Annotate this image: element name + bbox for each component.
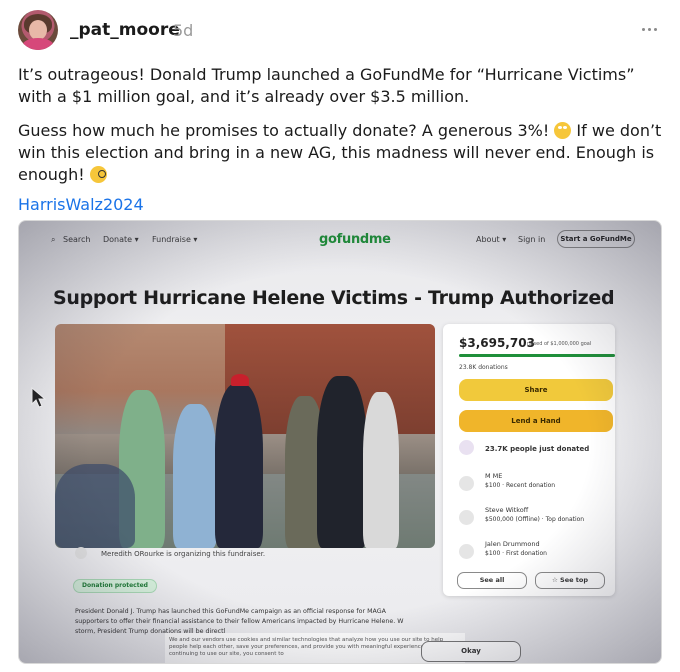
gofundme-logo: gofundme: [319, 232, 391, 247]
donor-item: Steve Witkoff $500,000 (Offline) · Top d…: [459, 506, 609, 534]
search-icon: ⌕: [51, 235, 56, 244]
donor-item: Jalen Drummond $100 · First donation: [459, 540, 609, 568]
nav-signin: Sign in: [518, 235, 546, 244]
more-icon[interactable]: [642, 28, 658, 32]
donor-icon: [459, 544, 474, 559]
donor-item: M ME $100 · Recent donation: [459, 472, 609, 500]
donor-icon: [459, 476, 474, 491]
post-age: 5d: [173, 21, 194, 40]
cookie-okay-button: Okay: [421, 641, 521, 662]
cookie-banner-text: We and our vendors use cookies and simil…: [165, 633, 465, 663]
post-image[interactable]: ⌕ Search Donate ▾ Fundraise ▾ gofundme A…: [18, 220, 662, 664]
lend-a-hand-button: Lend a Hand: [459, 410, 613, 432]
campaign-title: Support Hurricane Helene Victims - Trump…: [53, 287, 615, 309]
post-paragraph-1: It’s outrageous! Donald Trump launched a…: [18, 65, 635, 106]
organizer-icon: [75, 547, 87, 559]
post-body: It’s outrageous! Donald Trump launched a…: [18, 64, 666, 216]
progress-bar: [459, 354, 615, 357]
raised-amount: $3,695,703: [459, 336, 535, 350]
donations-count: 23.8K donations: [459, 364, 508, 371]
post-header: _pat_moore 5d: [18, 10, 662, 50]
donor-icon: [459, 510, 474, 525]
share-button: Share: [459, 379, 613, 401]
nav-fundraise: Fundraise ▾: [152, 235, 198, 244]
gofundme-nav: ⌕ Search Donate ▾ Fundraise ▾ gofundme A…: [19, 221, 661, 259]
nav-search: Search: [63, 235, 91, 244]
nav-about: About ▾: [476, 235, 507, 244]
campaign-photo: [55, 324, 435, 548]
trending-icon: [459, 440, 474, 455]
post-paragraph-2: Guess how much he promises to actually d…: [18, 121, 662, 184]
donation-card: $3,695,703 raised of $1,000,000 goal 23.…: [443, 324, 615, 596]
hashtag-link[interactable]: HarrisWalz2024: [18, 194, 666, 216]
monocle-emoji: [89, 166, 107, 183]
nav-donate: Donate ▾: [103, 235, 139, 244]
people-donated: 23.7K people just donated: [485, 445, 590, 453]
see-all-button: See all: [457, 572, 527, 589]
donation-protected-badge: Donation protected: [73, 579, 157, 593]
see-top-button: ☆ See top: [535, 572, 605, 589]
start-gofundme-button: Start a GoFundMe: [557, 230, 635, 248]
organizer-text: Meredith ORourke is organizing this fund…: [101, 550, 266, 558]
rolling-eyes-emoji: [554, 122, 572, 139]
username[interactable]: _pat_moore: [70, 20, 180, 40]
avatar[interactable]: [18, 10, 58, 50]
goal-text: raised of $1,000,000 goal: [527, 341, 592, 347]
